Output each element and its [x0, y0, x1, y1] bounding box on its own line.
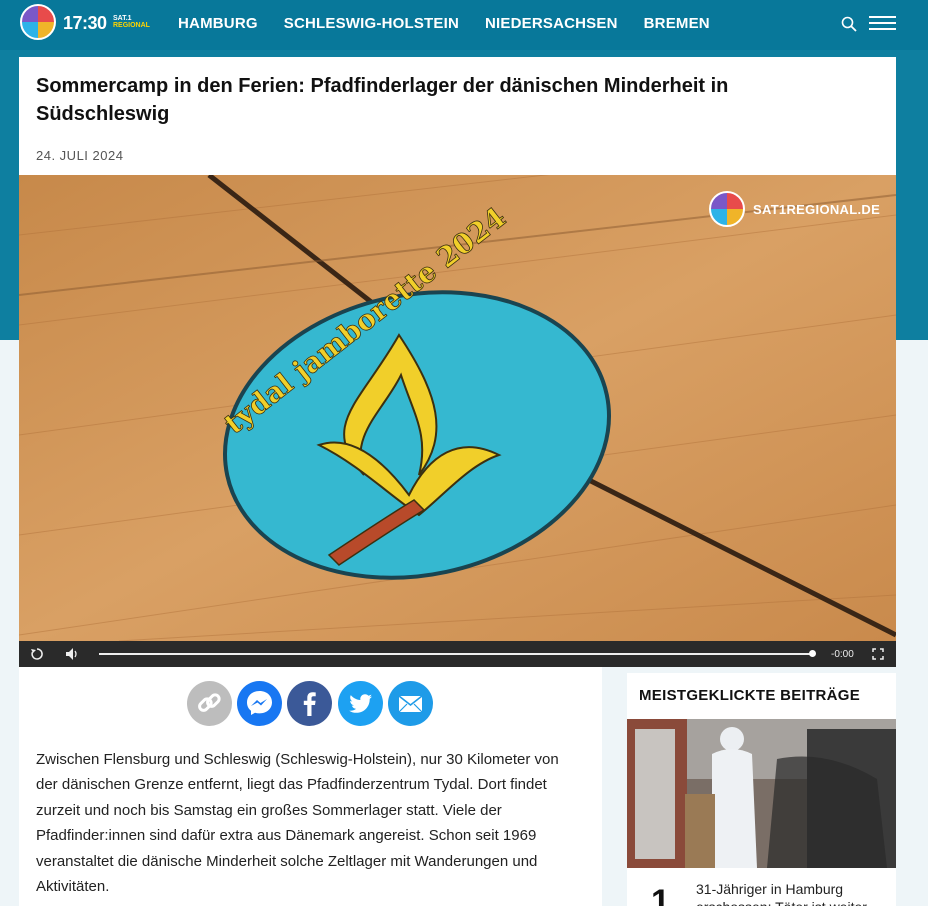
- search-icon[interactable]: [841, 16, 857, 32]
- video-watermark: SAT1REGIONAL.DE: [709, 191, 880, 227]
- video-frame: tydal jamborette 2024: [19, 175, 896, 641]
- twitter-icon: [349, 694, 372, 713]
- logo-time[interactable]: 17:30: [63, 13, 107, 34]
- site-header: 17:30 SAT.1 REGIONAL HAMBURG SCHLESWIG-H…: [0, 0, 928, 50]
- article-title: Sommercamp in den Ferien: Pfadfinderlage…: [36, 75, 729, 125]
- share-messenger-button[interactable]: [237, 681, 282, 726]
- nav-schleswig-holstein[interactable]: SCHLESWIG-HOLSTEIN: [284, 15, 459, 32]
- article-date: 24. JULI 2024: [36, 148, 124, 163]
- watermark-text: SAT1REGIONAL.DE: [753, 201, 881, 217]
- sat1-logo-icon[interactable]: [20, 4, 56, 40]
- video-time: -0:00: [831, 649, 854, 660]
- logo-regional[interactable]: SAT.1 REGIONAL: [113, 15, 150, 29]
- progress-knob[interactable]: [809, 650, 816, 657]
- progress-track[interactable]: [99, 653, 813, 655]
- share-facebook-button[interactable]: [287, 681, 332, 726]
- volume-icon[interactable]: [65, 647, 80, 661]
- article-paragraph: Zwischen Flensburg und Schleswig (Schles…: [36, 751, 559, 896]
- nav-niedersachsen[interactable]: NIEDERSACHSEN: [485, 15, 618, 32]
- messenger-icon: [247, 691, 272, 715]
- fullscreen-icon[interactable]: [872, 648, 884, 660]
- share-twitter-button[interactable]: [338, 681, 383, 726]
- video-controls: -0:00: [19, 641, 896, 667]
- main-nav: HAMBURG SCHLESWIG-HOLSTEIN NIEDERSACHSEN…: [178, 15, 710, 32]
- sidebar-article-image[interactable]: [627, 719, 896, 868]
- share-email-button[interactable]: [388, 681, 433, 726]
- most-clicked-sidebar: MEISTGEKLICKTE BEITRÄGE 1 31-Jähriger in…: [627, 673, 896, 906]
- logo-regional-text: REGIONAL: [113, 22, 150, 29]
- nav-bremen[interactable]: BREMEN: [644, 15, 710, 32]
- email-icon: [398, 695, 423, 713]
- sidebar-rank: 1: [651, 883, 670, 906]
- share-copy-link-button[interactable]: [187, 681, 232, 726]
- sidebar-article-link[interactable]: 31-Jähriger in Hamburg erschossen: Täter…: [696, 880, 886, 906]
- hamburger-menu-icon[interactable]: [869, 16, 896, 30]
- replay-icon[interactable]: [30, 647, 44, 661]
- sidebar-title: MEISTGEKLICKTE BEITRÄGE: [639, 687, 861, 704]
- article-header: Sommercamp in den Ferien: Pfadfinderlage…: [19, 57, 896, 175]
- video-player[interactable]: tydal jamborette 2024 SAT1REGIONAL.DE -0…: [19, 175, 896, 667]
- facebook-icon: [303, 692, 316, 716]
- link-icon: [198, 693, 221, 712]
- sat1-watermark-icon: [709, 191, 745, 227]
- nav-hamburg[interactable]: HAMBURG: [178, 15, 258, 32]
- article-body: Zwischen Flensburg und Schleswig (Schles…: [19, 667, 602, 906]
- logo-sat1-text: SAT.1: [113, 15, 132, 22]
